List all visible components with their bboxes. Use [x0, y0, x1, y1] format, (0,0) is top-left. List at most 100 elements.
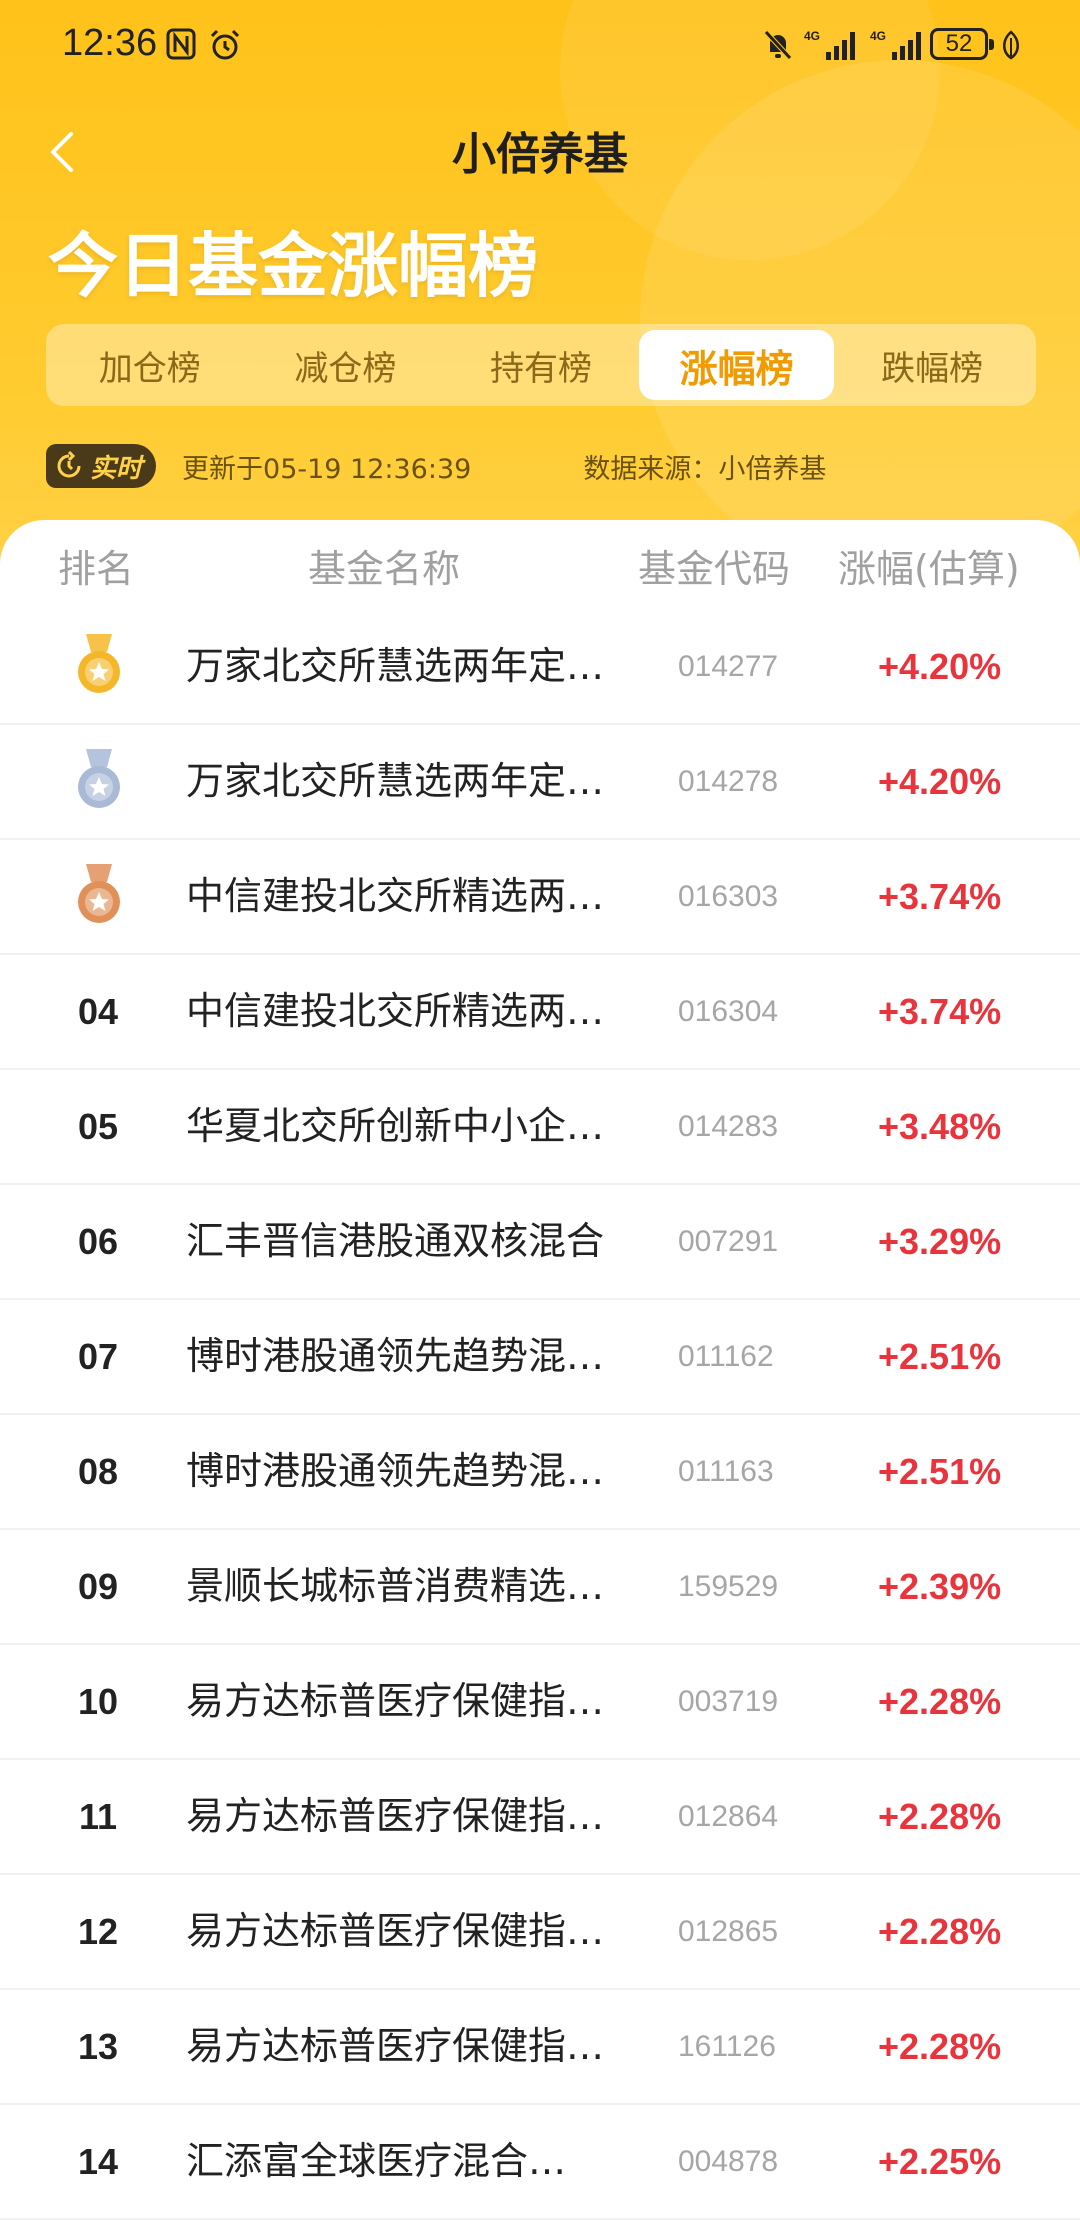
table-row[interactable]: 万家北交所慧选两年定… 014277 +4.20% — [0, 610, 1080, 725]
fund-name: 易方达标普医疗保健指… — [186, 1679, 605, 1723]
fund-change: +3.74% — [878, 876, 1002, 917]
fund-change: +3.48% — [878, 1106, 1002, 1147]
refresh-clock-icon — [57, 451, 81, 478]
signal-4g-icon: 4G — [804, 29, 855, 60]
battery-level: 52 — [945, 30, 973, 57]
tab-losers[interactable]: 跌幅榜 — [834, 330, 1030, 400]
ranking-tabs: 加仓榜 减仓榜 持有榜 涨幅榜 跌幅榜 — [46, 324, 1036, 406]
fund-name: 中信建投北交所精选两… — [186, 989, 605, 1033]
rank-number: 09 — [77, 1565, 119, 1607]
fund-name: 万家北交所慧选两年定… — [186, 644, 605, 688]
fund-change: +3.74% — [878, 991, 1002, 1032]
column-header-rank: 排名 — [58, 547, 135, 591]
fund-change: +2.51% — [878, 1336, 1002, 1377]
info-bar: 实时 更新于05-19 12:36:39 数据来源：小倍养基 — [46, 440, 1036, 492]
table-row[interactable]: 14 汇添富全球医疗混合… 004878 +2.25% — [0, 2105, 1080, 2220]
fund-name: 景顺长城标普消费精选… — [186, 1564, 605, 1608]
table-row[interactable]: 中信建投北交所精选两… 016303 +3.74% — [0, 840, 1080, 955]
fund-change: +2.28% — [878, 1681, 1002, 1722]
fund-code: 007291 — [678, 1225, 779, 1258]
realtime-label: 实时 — [90, 453, 143, 484]
fund-name: 易方达标普医疗保健指… — [186, 1909, 605, 1953]
fund-change: +3.29% — [878, 1221, 1002, 1262]
fund-code: 011163 — [678, 1455, 774, 1488]
mute-bell-icon — [764, 30, 792, 60]
alarm-icon — [210, 29, 240, 60]
silver-medal-icon — [78, 749, 120, 808]
fund-code: 014277 — [678, 650, 779, 683]
table-row[interactable]: 05 华夏北交所创新中小企… 014283 +3.48% — [0, 1070, 1080, 1185]
column-header-name: 基金名称 — [308, 547, 461, 591]
status-time: 12:36 — [62, 22, 158, 64]
fund-change: +2.28% — [878, 1911, 1002, 1952]
fund-code: 016303 — [678, 880, 779, 913]
table-row[interactable]: 07 博时港股通领先趋势混… 011162 +2.51% — [0, 1300, 1080, 1415]
fund-name: 万家北交所慧选两年定… — [186, 759, 605, 803]
fund-list: 万家北交所慧选两年定… 014277 +4.20% 万家北交所慧选两年定… 014278… — [0, 610, 1080, 2220]
fund-code: 159529 — [678, 1570, 779, 1603]
fund-code: 012864 — [678, 1800, 779, 1833]
signal-4g-icon-2: 4G — [870, 29, 921, 60]
rank-number: 05 — [77, 1105, 119, 1147]
fund-name: 易方达标普医疗保健指… — [186, 1794, 605, 1838]
fund-code: 014278 — [678, 765, 779, 798]
tab-holding[interactable]: 持有榜 — [443, 330, 639, 400]
realtime-badge: 实时 — [46, 444, 157, 488]
gold-medal-icon — [78, 634, 120, 693]
fund-change: +2.51% — [878, 1451, 1002, 1492]
fund-change: +2.39% — [878, 1566, 1002, 1607]
ranking-panel: 排名 基金名称 基金代码 涨幅(估算) 万家北交所慧选两年定… 014277 +4.… — [0, 520, 1080, 2220]
update-time: 更新于05-19 12:36:39 — [182, 453, 472, 485]
table-row[interactable]: 06 汇丰晋信港股通双核混合 007291 +3.29% — [0, 1185, 1080, 1300]
fund-name: 中信建投北交所精选两… — [186, 874, 605, 918]
table-row[interactable]: 10 易方达标普医疗保健指… 003719 +2.28% — [0, 1645, 1080, 1760]
bronze-medal-icon — [78, 864, 120, 923]
fund-name: 华夏北交所创新中小企… — [186, 1104, 605, 1148]
table-row[interactable]: 04 中信建投北交所精选两… 016304 +3.74% — [0, 955, 1080, 1070]
svg-text:4G: 4G — [870, 29, 886, 43]
column-header-code: 基金代码 — [638, 547, 791, 591]
fund-name: 汇丰晋信港股通双核混合 — [186, 1219, 605, 1263]
battery-indicator: 52 — [930, 28, 994, 60]
table-row[interactable]: 万家北交所慧选两年定… 014278 +4.20% — [0, 725, 1080, 840]
rank-number: 12 — [77, 1910, 119, 1952]
table-row[interactable]: 12 易方达标普医疗保健指… 012865 +2.28% — [0, 1875, 1080, 1990]
fund-code: 011162 — [678, 1340, 774, 1373]
tab-gainers[interactable]: 涨幅榜 — [638, 330, 835, 400]
nfc-icon — [166, 28, 196, 60]
table-row[interactable]: 09 景顺长城标普消费精选… 159529 +2.39% — [0, 1530, 1080, 1645]
fund-change: +2.28% — [878, 2026, 1002, 2067]
table-row[interactable]: 13 易方达标普医疗保健指… 161126 +2.28% — [0, 1990, 1080, 2105]
page-title: 今日基金涨幅榜 — [48, 225, 538, 307]
table-row[interactable]: 08 博时港股通领先趋势混… 011163 +2.51% — [0, 1415, 1080, 1530]
rank-number: 08 — [77, 1450, 119, 1492]
data-source: 数据来源：小倍养基 — [583, 453, 827, 485]
fund-change: +2.28% — [878, 1796, 1002, 1837]
fund-change: +2.25% — [878, 2141, 1002, 2182]
tab-reduce-position[interactable]: 减仓榜 — [248, 330, 444, 400]
rank-number: 06 — [77, 1220, 119, 1262]
svg-text:4G: 4G — [804, 29, 820, 43]
rank-number: 04 — [77, 990, 119, 1032]
rank-number: 10 — [77, 1680, 119, 1722]
fund-code: 003719 — [678, 1685, 779, 1718]
app-title: 小倍养基 — [452, 129, 628, 180]
fund-name: 博时港股通领先趋势混… — [186, 1449, 605, 1493]
table-row[interactable]: 11 易方达标普医疗保健指… 012864 +2.28% — [0, 1760, 1080, 1875]
fund-code: 016304 — [678, 995, 779, 1028]
fund-code: 004878 — [678, 2145, 779, 2178]
rank-number: 13 — [77, 2025, 119, 2067]
fund-change: +4.20% — [878, 646, 1002, 687]
fund-code: 014283 — [678, 1110, 779, 1143]
rank-number: 14 — [77, 2140, 119, 2182]
fund-change: +4.20% — [878, 761, 1002, 802]
fund-name: 博时港股通领先趋势混… — [186, 1334, 605, 1378]
column-header-change: 涨幅(估算) — [838, 547, 1020, 591]
rank-number: 07 — [77, 1335, 119, 1377]
rank-number: 11 — [78, 1795, 118, 1837]
tab-add-position[interactable]: 加仓榜 — [52, 330, 248, 400]
status-bar: 12:36 4G 4G 52 — [0, 0, 1080, 90]
fund-name: 汇添富全球医疗混合… — [186, 2139, 567, 2183]
leaf-icon — [1003, 30, 1019, 60]
fund-name: 易方达标普医疗保健指… — [186, 2024, 605, 2068]
